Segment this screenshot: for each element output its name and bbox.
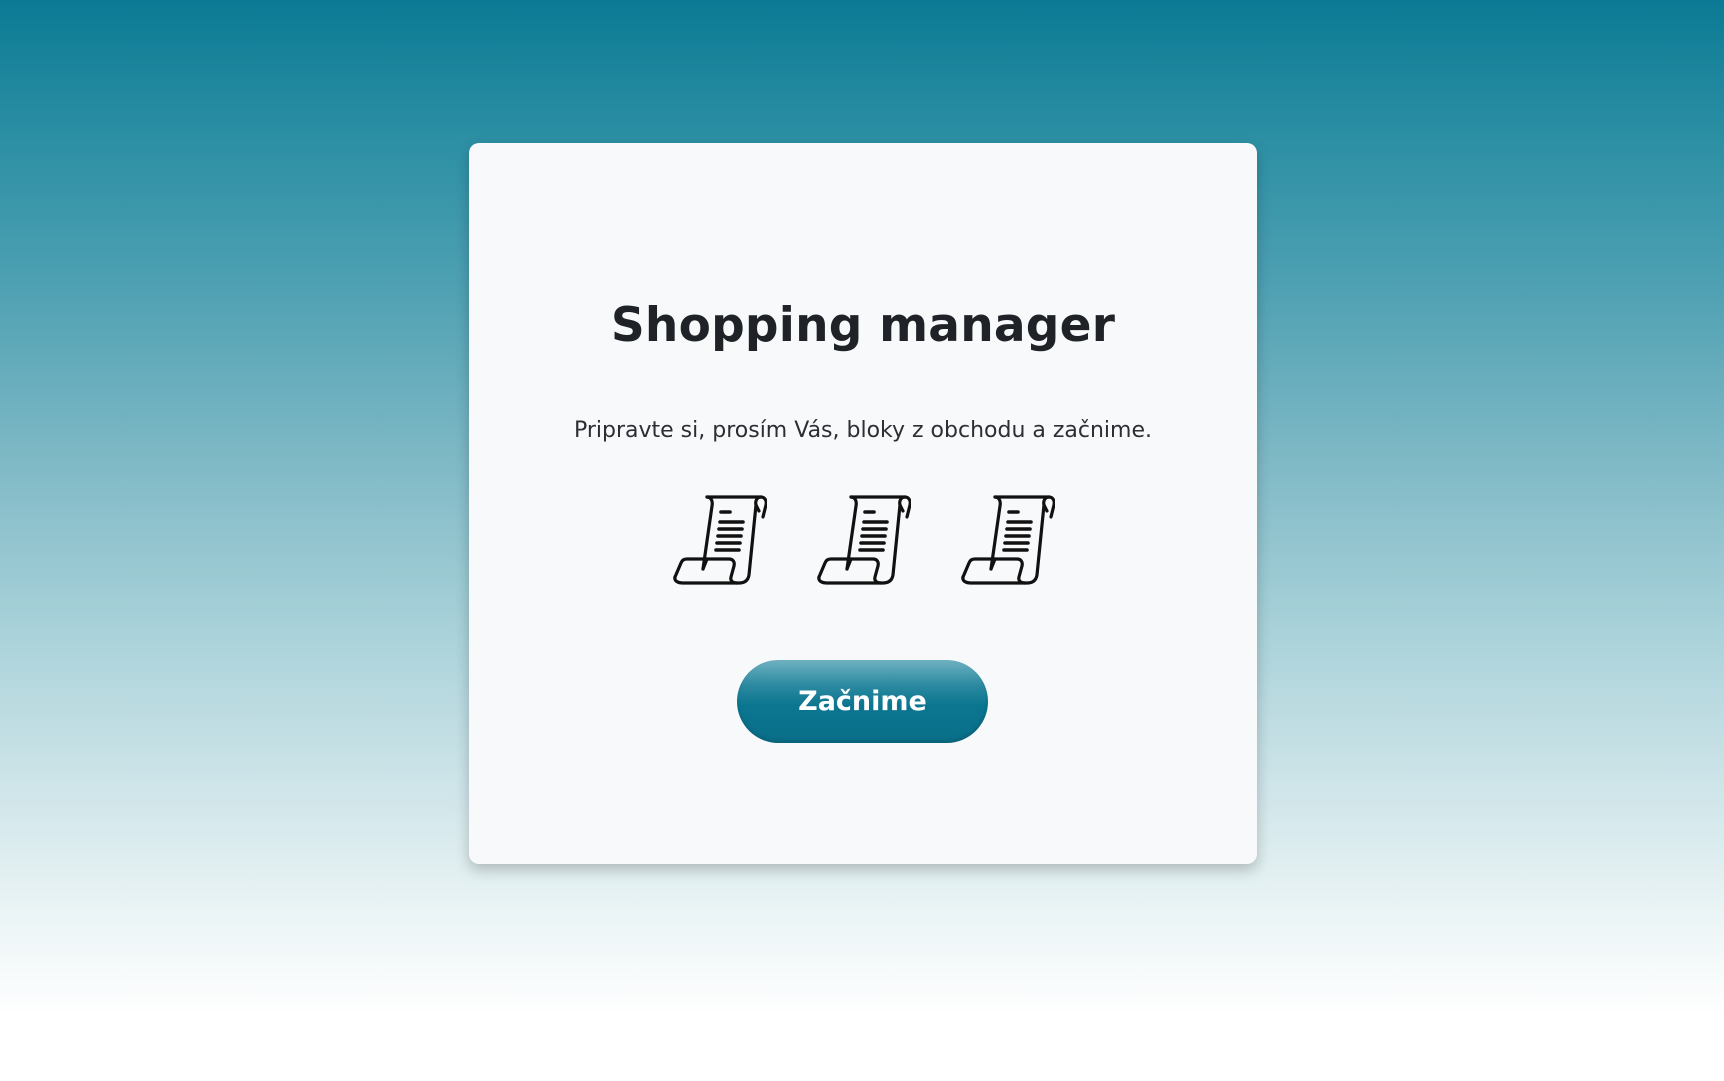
- receipt-scroll-icon: [673, 495, 767, 585]
- instructions-text: Pripravte si, prosím Vás, bloky z obchod…: [573, 418, 1152, 443]
- page-title: Shopping manager: [610, 298, 1116, 353]
- welcome-card: Shopping manager Pripravte si, prosím Vá…: [469, 143, 1257, 864]
- start-button[interactable]: Začnime: [737, 660, 988, 743]
- receipt-scroll-icon: [961, 495, 1055, 585]
- receipt-scroll-icon: [817, 495, 911, 585]
- receipt-icons-row: [469, 493, 1257, 589]
